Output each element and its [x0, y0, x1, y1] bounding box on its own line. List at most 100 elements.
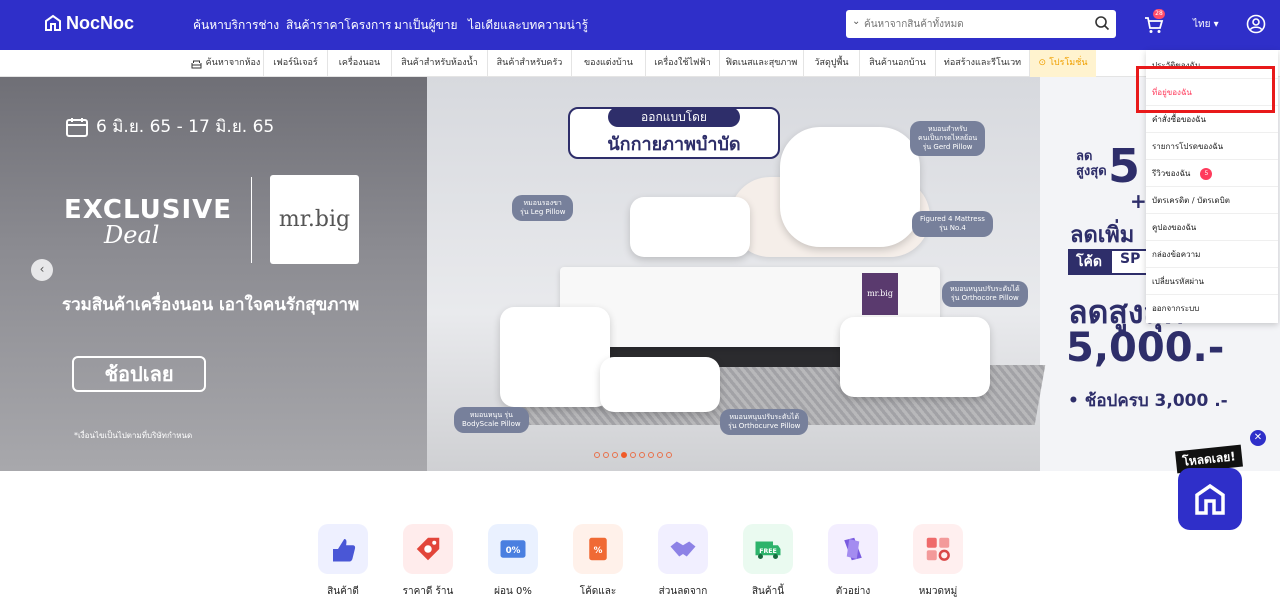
nocnoc-logo[interactable]: NocNoc [44, 12, 134, 34]
category-label: โปรโมชั่น [1049, 58, 1088, 68]
carousel-dot[interactable] [657, 452, 663, 458]
language-selector[interactable]: ไทย ▾ [1193, 17, 1219, 32]
carousel-dot[interactable] [612, 452, 618, 458]
highlight-box [1136, 66, 1275, 113]
mrbig-logo: mr.big [270, 175, 359, 264]
feature-label: ราคาดี ร้าน [402, 586, 454, 597]
feature-item[interactable]: FREE สินค้านี้ [728, 524, 808, 599]
label-orthocore-pillow: หมอนหนุนปรับระดับได้ รุ่น Orthocore Pill… [942, 281, 1028, 307]
label-bodyscale-pillow: หมอนหนุน รุ่น BodyScale Pillow [454, 407, 529, 433]
category-renovation[interactable]: ท่อสร้างและรีโนเวท [936, 50, 1030, 77]
nav-project-price[interactable]: สินค้าราคาโครงการ [286, 16, 391, 35]
plus-sign: + [1130, 189, 1147, 213]
discount-amount: 5,000.- [1066, 325, 1225, 371]
search-input[interactable] [864, 15, 1084, 33]
orthocurve-pillow [600, 357, 720, 412]
nav-ideas-articles[interactable]: ไอเดียและบทความน่ารู้ [468, 16, 588, 35]
feature-shortcuts [0, 471, 1280, 602]
carousel-dot[interactable] [630, 452, 636, 458]
label-gerd-pillow: หมอนสำหรับ คนเป็นกรดไหลย้อน รุ่น Gerd Pi… [910, 121, 986, 156]
menu-label: รีวิวของฉัน [1152, 169, 1191, 178]
sale-upto-label: ลด สูงสุด [1076, 149, 1107, 179]
svg-text:0%: 0% [506, 546, 521, 556]
search-icon[interactable] [1094, 15, 1110, 31]
terms-note: *เงื่อนไขเป็นไปตามที่บริษัทกำหนด [74, 431, 193, 440]
carousel-dot[interactable] [648, 452, 654, 458]
mattress-brand-label: mr.big [862, 273, 898, 315]
credit-card-icon: 0% [488, 524, 538, 574]
feature-item[interactable]: ส่วนลดจาก [643, 524, 723, 599]
category-furniture[interactable]: เฟอร์นิเจอร์ [264, 50, 328, 77]
category-bedding[interactable]: เครื่องนอน [328, 50, 392, 77]
feature-label: สินค้านี้ [751, 586, 785, 597]
leg-pillow [630, 197, 750, 257]
chevron-down-icon[interactable]: ⌄ [852, 16, 860, 27]
category-home-decor[interactable]: ของแต่งบ้าน [572, 50, 646, 77]
feature-item[interactable]: หมวดหมู่ [898, 524, 978, 599]
shop-now-button[interactable]: ช้อปเลย [72, 356, 206, 392]
menu-change-password[interactable]: เปลี่ยนรหัสผ่าน [1146, 268, 1278, 295]
feature-label: หมวดหมู่ [918, 586, 958, 597]
designed-by-line1: ออกแบบโดย [608, 107, 740, 127]
close-icon[interactable]: ✕ [1250, 430, 1266, 446]
category-by-room[interactable]: ค้นหาจากห้อง [188, 50, 264, 77]
clock-icon: ⊙ [1038, 58, 1047, 68]
carousel-dot[interactable] [666, 452, 672, 458]
category-label: ค้นหาจากห้อง [205, 58, 261, 68]
feature-label: สินค้าดี [327, 586, 359, 597]
banner-tagline: รวมสินค้าเครื่องนอน เอาใจคนรักสุขภาพ [62, 295, 360, 315]
carousel-dots [594, 452, 672, 458]
category-fitness[interactable]: ฟิตเนสและสุขภาพ [720, 50, 804, 77]
carousel-dot[interactable] [639, 452, 645, 458]
category-flooring[interactable]: วัสดุปูพื้น [804, 50, 860, 77]
nav-find-contractor[interactable]: ค้นหาบริการช่าง [193, 16, 279, 35]
feature-label: ผ่อน 0% [494, 586, 532, 597]
account-icon[interactable] [1246, 14, 1266, 34]
nav-become-seller[interactable]: มาเป็นผู้ขาย [394, 16, 458, 35]
feature-item[interactable]: 0% ผ่อน 0% [473, 524, 553, 599]
carousel-dot[interactable] [603, 452, 609, 458]
menu-logout[interactable]: ออกจากระบบ [1146, 295, 1278, 322]
category-bathroom[interactable]: สินค้าสำหรับห้องน้ำ [392, 50, 488, 77]
feature-label: โค้ดและ [579, 586, 617, 597]
orthocore-pillow [840, 317, 990, 397]
promo-date-text: 6 มิ.ย. 65 - 17 มิ.ย. 65 [96, 117, 275, 137]
carousel-dot[interactable] [594, 452, 600, 458]
carousel-dot[interactable] [621, 452, 627, 458]
menu-my-reviews[interactable]: รีวิวของฉัน 5 [1146, 160, 1278, 187]
category-kitchen[interactable]: สินค้าสำหรับครัว [488, 50, 572, 77]
min-purchase: • ช้อปครบ 3,000 .- [1068, 391, 1228, 411]
label-orthocurve-pillow: หมอนหนุนปรับระดับได้ รุ่น Orthocurve Pil… [720, 409, 809, 435]
category-icon [913, 524, 963, 574]
menu-cards[interactable]: บัตรเครดิต / บัตรเดบิต [1146, 187, 1278, 214]
carousel-prev-button[interactable]: ‹ [31, 259, 53, 281]
category-appliances[interactable]: เครื่องใช้ไฟฟ้า [646, 50, 720, 77]
nocnoc-app-icon[interactable] [1178, 468, 1242, 530]
label-no4-mattress: Figured 4 Mattress รุ่น No.4 [912, 211, 993, 237]
feature-label: ตัวอย่าง [835, 586, 871, 597]
category-bar: ค้นหาจากห้อง เฟอร์นิเจอร์ เครื่องนอน สิน… [0, 50, 1280, 77]
brand-name: NocNoc [66, 12, 135, 33]
handshake-icon [658, 524, 708, 574]
top-navigation-bar: NocNoc ค้นหาบริการช่าง สินค้าราคาโครงการ… [0, 0, 1280, 50]
feature-item[interactable]: ราคาดี ร้าน [388, 524, 468, 599]
category-outdoor[interactable]: สินค้านอกบ้าน [860, 50, 936, 77]
menu-my-favorites[interactable]: รายการโปรดของฉัน [1146, 133, 1278, 160]
cart-count-badge: 28 [1153, 9, 1165, 19]
house-logo-icon [1195, 483, 1225, 515]
hero-banner[interactable]: 6 มิ.ย. 65 - 17 มิ.ย. 65 EXCLUSIVE Deal … [0, 77, 1280, 471]
promo-code-box: โค้ด SP [1068, 249, 1151, 275]
feature-item[interactable]: ตัวอย่าง [813, 524, 893, 599]
bodyscale-pillow [500, 307, 610, 407]
menu-my-coupons[interactable]: คูปองของฉัน [1146, 214, 1278, 241]
menu-inbox[interactable]: กล่องข้อความ [1146, 241, 1278, 268]
code-key: โค้ด [1068, 249, 1110, 275]
house-logo-icon [45, 14, 61, 31]
feature-item[interactable]: % โค้ดและ [558, 524, 638, 599]
sale-upto-value: 5 [1108, 139, 1141, 193]
svg-text:%: % [594, 546, 603, 556]
feature-item[interactable]: สินค้าดี [303, 524, 383, 599]
thumbs-up-icon [318, 524, 368, 574]
app-download-widget: ✕ โหลดเลย! [1175, 430, 1266, 534]
category-promotion[interactable]: ⊙ โปรโมชั่น [1030, 50, 1096, 77]
